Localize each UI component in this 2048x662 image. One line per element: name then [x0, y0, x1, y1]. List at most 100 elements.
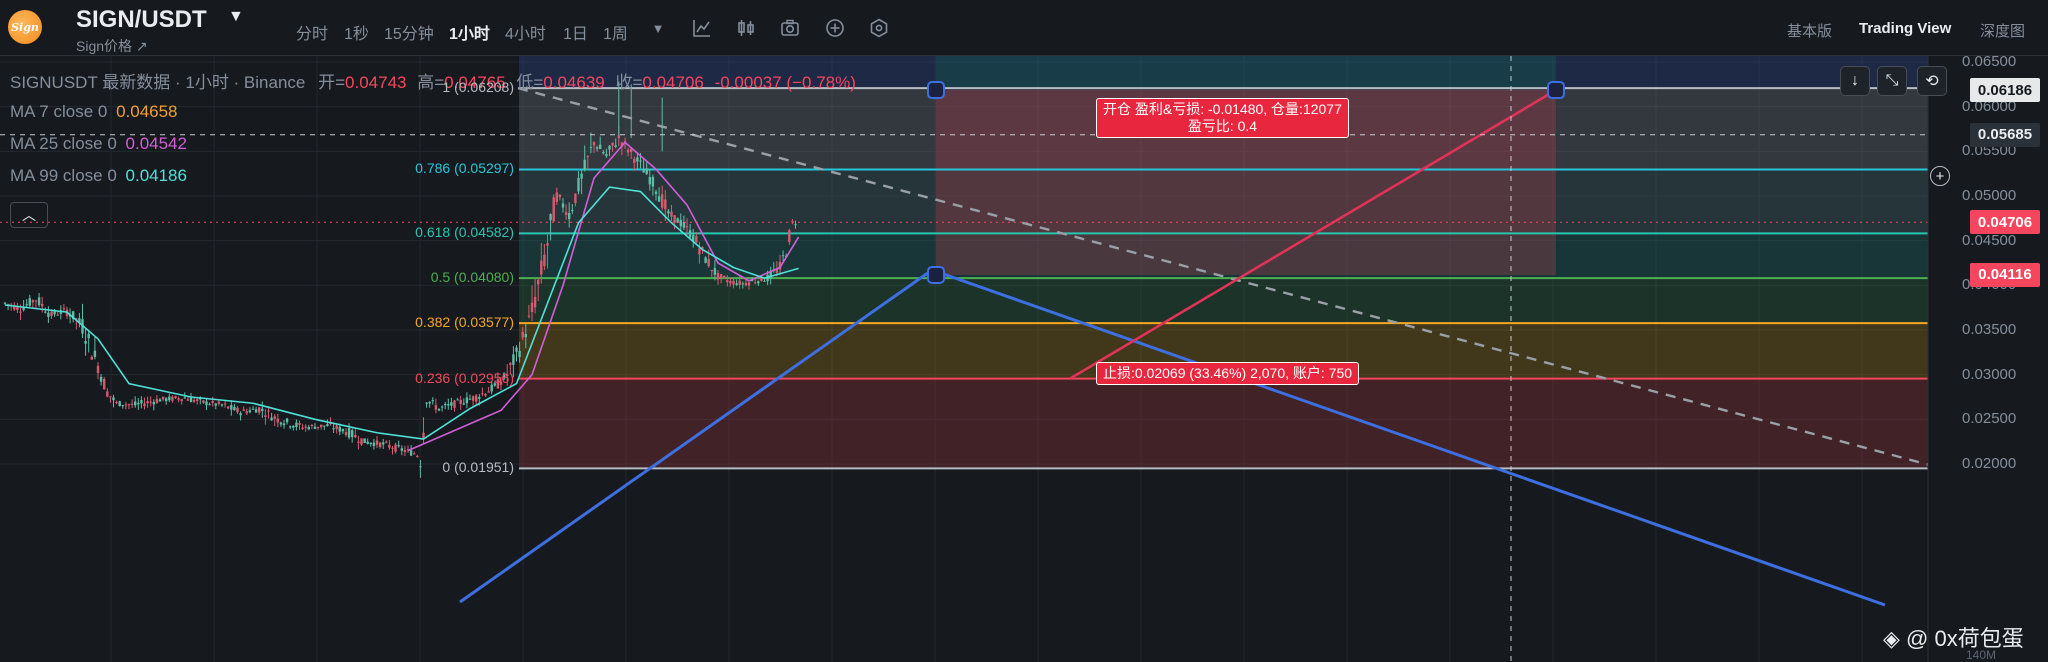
timeframe-tab[interactable]: 1日	[563, 20, 588, 44]
scroll-down-button[interactable]: ↓	[1840, 66, 1870, 96]
candle-body	[704, 257, 707, 263]
price-axis-tick: 0.02500	[1962, 410, 2017, 428]
candle-body	[189, 397, 193, 403]
candle-body	[599, 144, 602, 149]
more-timeframes-caret-icon[interactable]: ▼	[646, 16, 670, 40]
candle-body	[661, 194, 664, 208]
candle-body	[96, 365, 100, 373]
candle-body	[732, 280, 735, 285]
candle-body	[512, 354, 515, 365]
timeframe-tab[interactable]: 15分钟	[384, 20, 434, 44]
candle-body	[580, 173, 583, 179]
view-tab-tradingview[interactable]: Trading View	[1859, 20, 1951, 37]
candle-body	[602, 152, 605, 154]
candle-body	[586, 156, 589, 158]
add-alert-icon[interactable]: +	[1930, 166, 1950, 186]
candle-body	[90, 356, 93, 360]
top-toolbar: Sign SIGN/USDT ▼ Sign价格 ↗ 分时 1秒 15分钟 1小时…	[0, 0, 2048, 56]
position-stop-info: 止损:0.02069 (33.46%) 2,070, 账户: 750	[1096, 362, 1360, 385]
candle-body	[378, 442, 382, 448]
candle-body	[385, 441, 388, 443]
candle-body	[304, 426, 307, 428]
price-axis-tick: 0.05000	[1962, 187, 2017, 204]
collapse-legend-button[interactable]: ︿	[10, 202, 48, 228]
candle-body	[168, 396, 171, 401]
candle-body	[468, 398, 472, 400]
fib-label: 1 (0.06208)	[442, 79, 514, 96]
plus-circle-icon[interactable]	[823, 16, 847, 40]
candle-body	[685, 226, 689, 228]
token-logo: Sign	[8, 10, 42, 44]
candle-type-icon[interactable]	[734, 16, 758, 40]
candle-body	[140, 400, 143, 404]
indicator-icon[interactable]	[690, 16, 714, 40]
candle-body	[546, 243, 549, 246]
timeframe-tab[interactable]: 分时	[296, 20, 328, 44]
candle-body	[372, 442, 376, 447]
candle-body	[642, 169, 645, 173]
candle-body	[357, 441, 360, 443]
chevron-up-icon: ︿	[22, 207, 36, 223]
candle-body	[248, 410, 252, 413]
candle-body	[267, 410, 270, 412]
fib-top-band-right	[1556, 56, 1928, 89]
collapse-arrows-button[interactable]: ⤡	[1877, 66, 1907, 96]
timeframe-tab[interactable]: 4小时	[505, 20, 546, 44]
candle-body	[282, 423, 286, 426]
candle-body	[130, 403, 134, 405]
price-chart[interactable]	[0, 56, 2048, 662]
candle-body	[137, 402, 140, 405]
pair-subtitle-link[interactable]: Sign价格 ↗	[76, 36, 148, 56]
candle-body	[158, 399, 162, 402]
candle-body	[558, 194, 562, 198]
candle-body	[320, 424, 323, 428]
candle-body	[87, 333, 90, 339]
fib-label: 0.618 (0.04582)	[415, 224, 514, 241]
settings-hex-icon[interactable]	[867, 16, 891, 40]
drawing-handle	[927, 81, 945, 100]
low-label: 低=	[516, 73, 544, 92]
candle-body	[447, 404, 450, 406]
view-tab-basic[interactable]: 基本版	[1787, 20, 1832, 41]
candle-body	[475, 395, 478, 402]
candle-body	[127, 404, 131, 406]
candle-body	[788, 230, 791, 243]
candle-body	[524, 333, 527, 338]
view-tab-depth[interactable]: 深度图	[1980, 20, 2025, 41]
candle-body	[279, 422, 283, 425]
candle-body	[605, 153, 608, 157]
candle-body	[413, 453, 416, 455]
timeframe-tab[interactable]: 1秒	[344, 20, 369, 44]
candle-body	[208, 404, 211, 406]
candle-body	[115, 401, 118, 403]
candle-body	[484, 394, 487, 396]
timeframe-tab-active[interactable]: 1小时	[449, 20, 490, 44]
candle-body	[515, 347, 518, 352]
candle-body	[719, 274, 723, 279]
candle-body	[335, 425, 338, 429]
candle-body	[478, 397, 481, 399]
fib-label: 0.786 (0.05297)	[415, 160, 514, 177]
candle-body	[316, 426, 320, 428]
pair-title[interactable]: SIGN/USDT	[76, 6, 207, 34]
candle-body	[633, 158, 636, 163]
candle-body	[453, 400, 456, 408]
candle-body	[109, 396, 112, 398]
camera-icon[interactable]	[778, 16, 802, 40]
candle-body	[657, 196, 661, 202]
candle-body	[651, 176, 655, 187]
candle-body	[382, 442, 385, 445]
candle-body	[261, 408, 264, 412]
candle-body	[254, 409, 258, 413]
pair-dropdown-caret-icon[interactable]: ▼	[228, 8, 244, 26]
candle-body	[369, 442, 372, 445]
watermark: ◈ @ 0x荷包蛋	[1883, 621, 2024, 653]
candle-body	[673, 215, 676, 223]
candle-body	[589, 146, 593, 148]
candle-body	[354, 435, 357, 438]
candle-body	[62, 308, 66, 310]
timeframe-tab[interactable]: 1周	[603, 20, 628, 44]
candle-body	[391, 447, 394, 449]
refresh-button[interactable]: ⟲	[1917, 66, 1947, 96]
candle-body	[698, 248, 701, 255]
